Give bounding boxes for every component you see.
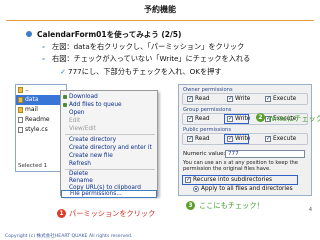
checkmark-icon: ✓ (60, 67, 67, 76)
download-icon (63, 95, 67, 99)
slide-heading: CalendarForm01を使ってみよう (2/5) (37, 30, 182, 39)
menu-item-edit: Edit (69, 118, 81, 124)
owner-write-checkbox[interactable]: Write (227, 95, 250, 102)
step-3-callout: ここにもチェック！ (199, 201, 264, 210)
step-3-marker: 3 (186, 201, 195, 210)
bullet-dot-icon (26, 31, 32, 37)
file-icon (18, 117, 23, 123)
menu-item-refresh[interactable]: Refresh (61, 160, 157, 168)
step-1-marker: 1 (57, 209, 66, 218)
step-detail-bullet: ✓ 777にし、下部分もチェックを入れ、OKを押す (60, 67, 222, 77)
public-read-checkbox[interactable]: Read (187, 135, 210, 142)
file-row-mail[interactable]: mail (16, 105, 66, 115)
public-write-highlight (224, 134, 249, 144)
step-1-callout: パーミッションをクリック (69, 209, 156, 218)
recurse-highlight (182, 175, 298, 185)
context-menu: Download Add files to queue Open Edit Vi… (60, 90, 158, 198)
menu-item-view-edit: View/Edit (69, 126, 96, 132)
help-text-line2: permission the original files have. (183, 166, 271, 172)
checkbox-icon (187, 115, 193, 122)
file-row-parent[interactable]: .. (16, 85, 66, 95)
queue-icon (63, 103, 67, 107)
step-2-marker: 2 (256, 113, 265, 122)
checkbox-icon (227, 95, 233, 102)
apply-all-radio[interactable]: Apply to all files and directories (193, 186, 293, 192)
folder-icon (18, 87, 23, 93)
file-row-style[interactable]: style.cs (16, 125, 66, 135)
checkbox-icon (187, 95, 193, 102)
public-execute-checkbox[interactable]: Execute (265, 135, 296, 142)
step-left-bullet: - 左図：dataを右クリックし、「パーミッション」をクリック (42, 42, 244, 52)
group-write-highlight (224, 114, 249, 124)
dash-icon: - (42, 54, 45, 63)
menu-item-download[interactable]: Download (61, 93, 157, 101)
numeric-value-input[interactable]: 777 (225, 150, 305, 158)
folder-icon (18, 107, 23, 113)
file-permissions-dialog: Owner permissions Read Write Execute Gro… (178, 84, 312, 196)
page-number: 4 (308, 207, 312, 213)
owner-execute-checkbox[interactable]: Execute (265, 95, 296, 102)
numeric-value-label: Numeric value: (183, 151, 226, 157)
folder-icon (18, 97, 23, 103)
title-divider (6, 20, 314, 21)
selection-status: Selected 1 (18, 163, 48, 169)
checkbox-icon (187, 135, 193, 142)
file-row-data[interactable]: data (16, 95, 66, 105)
menu-separator (65, 134, 155, 135)
menu-item-create-directory-enter[interactable]: Create directory and enter it (61, 144, 157, 152)
step-2-callout: Writeにチェック (268, 114, 320, 123)
step-right-text: 右図：チェックが入っていない「Write」にチェックを入れる (52, 54, 251, 63)
dash-icon: - (42, 42, 45, 51)
step-right-bullet: - 右図：チェックが入っていない「Write」にチェックを入れる (42, 54, 250, 64)
menu-item-create-directory[interactable]: Create directory (61, 136, 157, 144)
file-row-readme[interactable]: Readme (16, 115, 66, 125)
checkbox-icon (265, 95, 271, 102)
checkbox-icon (265, 135, 271, 142)
step-detail-text: 777にし、下部分もチェックを入れ、OKを押す (68, 67, 222, 76)
menu-item-add-to-queue[interactable]: Add files to queue (61, 101, 157, 109)
slide-title: 予約機能 (144, 5, 176, 14)
owner-read-checkbox[interactable]: Read (187, 95, 210, 102)
file-icon (18, 127, 23, 133)
radio-icon (193, 186, 199, 192)
copyright-footer: Copyright (c) 株式会社HEART QUAKE All rights… (5, 234, 133, 239)
step-left-text: 左図：dataを右クリックし、「パーミッション」をクリック (52, 42, 245, 51)
heading-bullet: CalendarForm01を使ってみよう (2/5) (26, 29, 181, 40)
menu-item-file-permissions[interactable]: File permissions... (61, 190, 157, 198)
group-read-checkbox[interactable]: Read (187, 115, 210, 122)
menu-item-create-new-file[interactable]: Create new file (61, 152, 157, 160)
menu-item-open[interactable]: Open (61, 109, 157, 117)
